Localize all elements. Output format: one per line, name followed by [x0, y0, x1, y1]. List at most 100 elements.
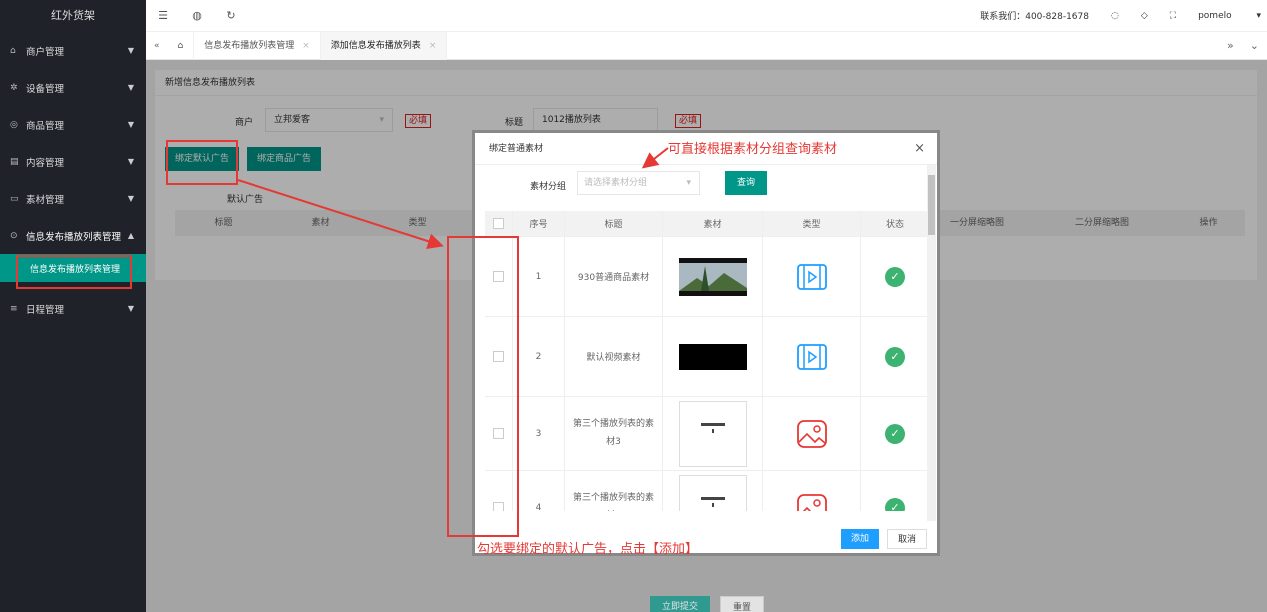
- col-material: 素材: [663, 211, 763, 236]
- row-title: 第三个播放列表的素材3: [565, 397, 663, 470]
- sidebar-item-goods[interactable]: ◎ 商品管理 ▼: [0, 106, 146, 143]
- refresh-icon[interactable]: ↻: [214, 9, 248, 22]
- user-menu[interactable]: pomelo ▾: [1198, 11, 1261, 21]
- header-right: 联系我们：400-828-1678 ◌ ◇ ⛶ pomelo ▾: [980, 9, 1267, 23]
- globe-icon[interactable]: ◍: [180, 9, 214, 22]
- menu-toggle-icon[interactable]: ☰: [146, 9, 180, 22]
- video-thumbnail: [678, 343, 747, 370]
- table-row[interactable]: 4 第三个播放列表的素材2 ✓: [485, 471, 930, 511]
- bind-material-modal: 绑定普通素材 × 素材分组 请选择素材分组 ▾ 查询 序号 标题 素材 类型 状态…: [472, 130, 940, 556]
- tabs-scroll-right-icon[interactable]: »: [1219, 39, 1242, 52]
- page-tabs: « ⌂ 信息发布播放列表管理 × 添加信息发布播放列表 × » ⌄: [146, 31, 1267, 60]
- sidebar-item-merchant[interactable]: ⌂ 商户管理 ▼: [0, 32, 146, 69]
- check-icon: ✓: [885, 423, 905, 444]
- sidebar-item-label: 信息发布播放列表管理: [26, 231, 122, 243]
- row-no: 3: [513, 397, 565, 470]
- check-icon: ✓: [885, 266, 905, 287]
- image-thumbnail: [678, 400, 747, 467]
- material-cell: [663, 317, 763, 396]
- select-all-checkbox[interactable]: [493, 218, 504, 229]
- sidebar-item-label: 素材管理: [26, 194, 65, 206]
- sidebar-item-label: 设备管理: [26, 83, 65, 95]
- submit-button[interactable]: 立即提交: [650, 596, 711, 612]
- sidebar-item-schedule[interactable]: ≡ 日程管理 ▼: [0, 290, 146, 327]
- tab-label: 添加信息发布播放列表: [330, 40, 421, 51]
- sidebar-item-label: 内容管理: [26, 157, 65, 169]
- status-cell: ✓: [861, 237, 930, 316]
- chevron-down-icon: ▾: [686, 178, 691, 188]
- row-title: 930普通商品素材: [565, 237, 663, 316]
- home-icon: ⌂: [177, 40, 184, 51]
- material-cell: [663, 237, 763, 316]
- sidebar-item-label: 商户管理: [26, 46, 65, 58]
- image-icon: [796, 419, 827, 448]
- chevron-down-icon: ▼: [127, 157, 134, 166]
- type-cell: [763, 317, 861, 396]
- group-label: 素材分组: [530, 182, 567, 192]
- status-cell: ✓: [861, 317, 930, 396]
- group-placeholder: 请选择素材分组: [584, 178, 648, 188]
- tab-home[interactable]: ⌂: [168, 31, 195, 60]
- sidebar-item-content[interactable]: ▤ 内容管理 ▼: [0, 143, 146, 180]
- tab-add-playlist[interactable]: 添加信息发布播放列表 ×: [320, 31, 448, 60]
- col-type: 类型: [763, 211, 861, 236]
- chevron-up-icon: ▲: [127, 231, 134, 240]
- play-icon: ⊙: [10, 230, 18, 241]
- chevron-down-icon: ▼: [127, 83, 134, 92]
- video-icon: [796, 343, 827, 370]
- chevron-down-icon[interactable]: ⌄: [1242, 39, 1267, 52]
- modal-filter: 素材分组 请选择素材分组 ▾ 查询: [475, 171, 937, 201]
- close-icon[interactable]: ×: [914, 133, 925, 165]
- username: pomelo: [1198, 10, 1232, 21]
- annotation-box-checkboxes: [447, 236, 519, 537]
- image-icon: [796, 493, 827, 511]
- tab-label: 信息发布播放列表管理: [204, 40, 295, 51]
- row-title: 默认视频素材: [565, 317, 663, 396]
- theme-icon[interactable]: ◌: [1111, 11, 1119, 21]
- col-no: 序号: [513, 211, 565, 236]
- gem-icon: ◎: [10, 119, 18, 130]
- type-cell: [763, 237, 861, 316]
- close-icon[interactable]: ×: [429, 41, 437, 51]
- annotation-box-bind-button: [166, 140, 238, 185]
- group-select[interactable]: 请选择素材分组 ▾: [577, 171, 700, 195]
- gear-icon: ✲: [10, 82, 18, 93]
- annotation-top: 可直接根据素材分组查询素材: [668, 142, 838, 157]
- type-cell: [763, 471, 861, 511]
- sidebar-item-device[interactable]: ✲ 设备管理 ▼: [0, 69, 146, 106]
- tabs-scroll-left-icon[interactable]: «: [146, 41, 168, 51]
- image-icon: ▭: [10, 193, 19, 204]
- tab-playlist-manage[interactable]: 信息发布播放列表管理 ×: [194, 31, 321, 60]
- table-row[interactable]: 1 930普通商品素材 ✓: [485, 237, 930, 317]
- select-all-cell: [485, 211, 513, 236]
- close-icon[interactable]: ×: [302, 41, 310, 51]
- chevron-down-icon: ▼: [127, 194, 134, 203]
- row-no: 2: [513, 317, 565, 396]
- cancel-button[interactable]: 取消: [887, 529, 928, 549]
- material-cell: [663, 471, 763, 511]
- tag-icon[interactable]: ◇: [1141, 11, 1148, 21]
- status-cell: ✓: [861, 471, 930, 511]
- query-button[interactable]: 查询: [725, 171, 768, 195]
- check-icon: ✓: [885, 497, 905, 511]
- table-row[interactable]: 2 默认视频素材 ✓: [485, 317, 930, 397]
- video-icon: [796, 263, 827, 290]
- modal-title-text: 绑定普通素材: [489, 144, 544, 154]
- add-button[interactable]: 添加: [841, 529, 880, 549]
- annotation-bottom: 勾选要绑定的默认广告，点击【添加】: [477, 542, 699, 557]
- scrollbar-thumb[interactable]: [928, 175, 935, 235]
- sidebar-item-material[interactable]: ▭ 素材管理 ▼: [0, 180, 146, 217]
- sidebar-item-playlist[interactable]: ⊙ 信息发布播放列表管理 ▲: [0, 217, 146, 254]
- table-row[interactable]: 3 第三个播放列表的素材3 ✓: [485, 397, 930, 471]
- home-icon: ⌂: [10, 45, 16, 56]
- table-header-row: 序号 标题 素材 类型 状态: [485, 211, 930, 237]
- contact-text: 联系我们：400-828-1678: [980, 12, 1089, 22]
- sidebar-item-label: 商品管理: [26, 120, 65, 132]
- material-cell: [663, 397, 763, 470]
- check-icon: ✓: [885, 346, 905, 367]
- sidebar-item-label: 日程管理: [26, 304, 65, 316]
- fullscreen-icon[interactable]: ⛶: [1170, 11, 1176, 21]
- annotation-box-sidebar: [16, 255, 132, 289]
- reset-button[interactable]: 重置: [720, 596, 765, 612]
- modal-scrollbar[interactable]: [927, 165, 936, 521]
